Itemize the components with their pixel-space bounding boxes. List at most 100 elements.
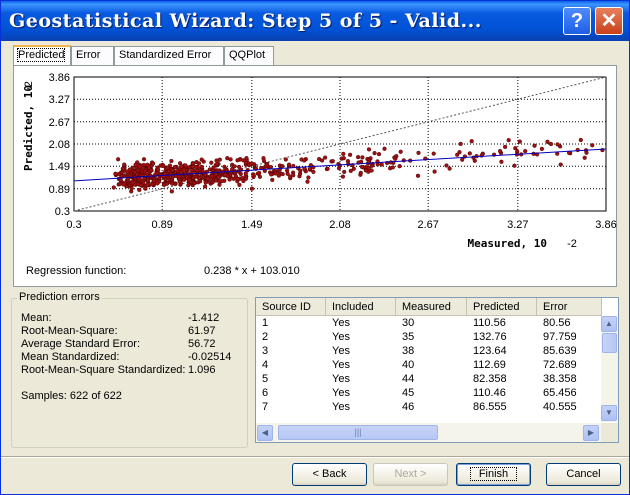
data-point xyxy=(348,152,353,157)
y-tick-label: 0.3 xyxy=(55,206,70,218)
data-point xyxy=(183,163,188,168)
data-point xyxy=(472,158,477,163)
table-row[interactable]: 3 Yes 38 123.64 85.639 xyxy=(256,344,602,358)
table-row[interactable]: 2 Yes 35 132.76 97.759 xyxy=(256,330,602,344)
data-point xyxy=(360,155,365,160)
finish-button[interactable]: Finish xyxy=(456,463,531,486)
data-point xyxy=(243,176,248,181)
data-point xyxy=(268,164,273,170)
x-axis-title-exponent: -2 xyxy=(567,238,577,250)
data-point xyxy=(325,166,330,171)
help-button[interactable]: ? xyxy=(563,7,591,35)
y-axis-title-exponent: -2 xyxy=(23,81,35,91)
data-point xyxy=(170,181,175,186)
table-cell: Yes xyxy=(332,331,350,343)
close-button[interactable]: ✕ xyxy=(595,7,623,35)
table-cell: Yes xyxy=(332,317,350,329)
data-point xyxy=(155,181,160,186)
horizontal-scrollbar[interactable]: ◀ ||| ▶ xyxy=(256,423,601,442)
vertical-scrollbar[interactable]: ▲ ▼ xyxy=(601,316,618,422)
data-point xyxy=(125,169,130,174)
data-point xyxy=(286,162,292,167)
back-button[interactable]: < Back xyxy=(292,463,367,486)
data-point xyxy=(134,172,139,177)
data-point xyxy=(139,183,144,188)
column-header-included[interactable]: Included xyxy=(326,298,396,316)
button-separator xyxy=(1,456,629,458)
data-point xyxy=(269,172,274,177)
data-point xyxy=(512,163,517,168)
table-cell: 7 xyxy=(262,401,269,413)
data-point xyxy=(372,150,377,156)
tab-qqplot[interactable]: QQPlot xyxy=(224,46,274,65)
data-point xyxy=(539,146,544,151)
table-cell: 112.69 xyxy=(473,359,506,371)
table-cell: 110.46 xyxy=(473,387,506,399)
validation-table[interactable]: Source ID Included Measured Predicted Er… xyxy=(255,297,619,443)
table-row[interactable]: 7 Yes 46 86.555 40.555 xyxy=(256,400,602,414)
data-point xyxy=(129,186,134,191)
scroll-corner xyxy=(601,423,618,442)
column-header-predicted[interactable]: Predicted xyxy=(467,298,537,316)
cancel-button[interactable]: Cancel xyxy=(546,463,621,486)
data-point xyxy=(244,155,249,161)
table-row[interactable]: 4 Yes 40 112.69 72.689 xyxy=(256,358,602,372)
data-point xyxy=(149,168,154,173)
y-axis-title: Predicted, 10 xyxy=(22,85,35,171)
data-point xyxy=(210,180,215,185)
x-tick-label: 3.27 xyxy=(507,219,528,231)
data-point xyxy=(237,182,242,187)
x-tick-label: 3.86 xyxy=(595,219,616,231)
table-cell: 46 xyxy=(402,401,415,413)
data-point xyxy=(432,169,437,174)
scroll-grip: ||| xyxy=(354,427,362,437)
tab-predicted[interactable]: Predicted xyxy=(13,45,71,66)
scroll-up-icon[interactable]: ▲ xyxy=(601,316,617,332)
data-point xyxy=(211,165,216,170)
data-point xyxy=(358,170,363,175)
table-cell: 123.64 xyxy=(473,345,507,357)
table-row[interactable]: 5 Yes 44 82.358 38.358 xyxy=(256,372,602,386)
table-cell: 38.358 xyxy=(543,373,577,385)
table-row[interactable]: 1 Yes 30 110.56 80.56 xyxy=(256,316,602,330)
stat-mean-value: -1.412 xyxy=(188,312,220,324)
data-point xyxy=(145,182,150,187)
window-title: Geostatistical Wizard: Step 5 of 5 - Val… xyxy=(9,10,482,32)
data-point xyxy=(214,158,219,163)
data-point xyxy=(172,164,177,170)
data-point xyxy=(209,173,214,178)
tab-standardized-error[interactable]: Standardized Error xyxy=(114,46,224,65)
data-point xyxy=(196,161,202,166)
column-header-source-id[interactable]: Source ID xyxy=(256,298,326,316)
scroll-down-icon[interactable]: ▼ xyxy=(601,405,617,421)
data-point xyxy=(243,160,248,166)
title-bar[interactable]: Geostatistical Wizard: Step 5 of 5 - Val… xyxy=(1,1,629,41)
table-row[interactable]: 6 Yes 45 110.46 65.456 xyxy=(256,386,602,400)
data-point xyxy=(447,166,452,171)
data-point xyxy=(261,156,266,161)
data-point xyxy=(431,151,436,156)
data-point xyxy=(469,139,474,144)
regression-function-value: 0.238 * x + 103.010 xyxy=(204,265,300,277)
vertical-scroll-thumb[interactable] xyxy=(602,333,617,353)
y-tick-label: 3.27 xyxy=(49,94,70,106)
scroll-left-icon[interactable]: ◀ xyxy=(257,425,273,441)
data-point xyxy=(348,168,353,173)
scroll-right-icon[interactable]: ▶ xyxy=(583,425,599,441)
column-header-measured[interactable]: Measured xyxy=(396,298,467,316)
data-point xyxy=(363,168,369,173)
column-header-error[interactable]: Error xyxy=(537,298,602,316)
table-cell: 40.555 xyxy=(543,401,577,413)
data-point xyxy=(141,157,147,162)
table-cell: 40 xyxy=(402,359,415,371)
data-point xyxy=(590,143,595,148)
data-point xyxy=(156,167,161,172)
tab-error[interactable]: Error xyxy=(71,46,114,65)
table-cell: 2 xyxy=(262,331,269,343)
data-point xyxy=(298,168,303,173)
data-point xyxy=(257,174,262,179)
next-button[interactable]: Next > xyxy=(373,463,448,486)
data-point xyxy=(323,155,328,160)
table-cell: Yes xyxy=(332,345,350,357)
horizontal-scroll-thumb[interactable]: ||| xyxy=(278,425,438,440)
